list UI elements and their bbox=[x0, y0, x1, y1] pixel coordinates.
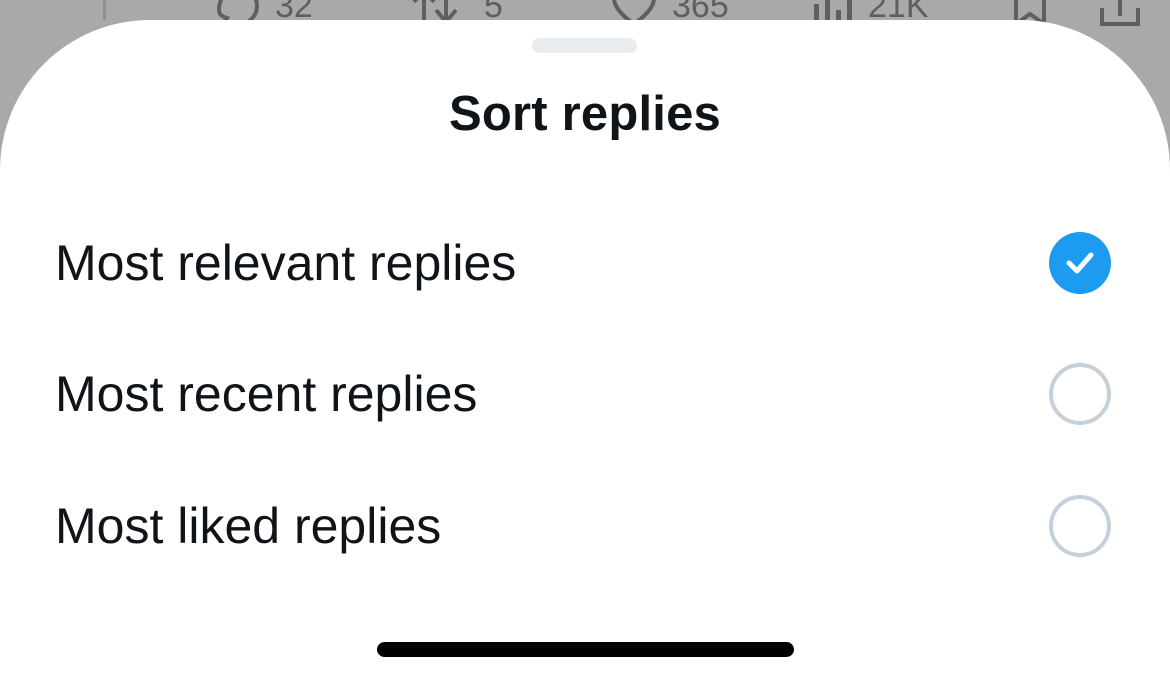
checkmark-icon bbox=[1066, 252, 1094, 274]
option-most-relevant[interactable]: Most relevant replies bbox=[0, 202, 1170, 322]
sheet-grabber[interactable] bbox=[532, 38, 637, 53]
option-most-liked[interactable]: Most liked replies bbox=[0, 465, 1170, 585]
option-label: Most liked replies bbox=[55, 498, 442, 554]
home-indicator[interactable] bbox=[377, 642, 794, 657]
sort-replies-sheet: Sort replies Most relevant replies Most … bbox=[0, 20, 1170, 681]
thread-line bbox=[103, 0, 106, 20]
checked-radio-icon[interactable] bbox=[1049, 232, 1111, 294]
option-label: Most recent replies bbox=[55, 366, 478, 422]
share-action bbox=[1098, 0, 1142, 26]
share-icon bbox=[1100, 0, 1140, 26]
unchecked-radio-icon[interactable] bbox=[1049, 495, 1111, 557]
unchecked-radio-icon[interactable] bbox=[1049, 363, 1111, 425]
sheet-title: Sort replies bbox=[449, 87, 721, 141]
option-most-recent[interactable]: Most recent replies bbox=[0, 333, 1170, 453]
option-label: Most relevant replies bbox=[55, 235, 517, 291]
